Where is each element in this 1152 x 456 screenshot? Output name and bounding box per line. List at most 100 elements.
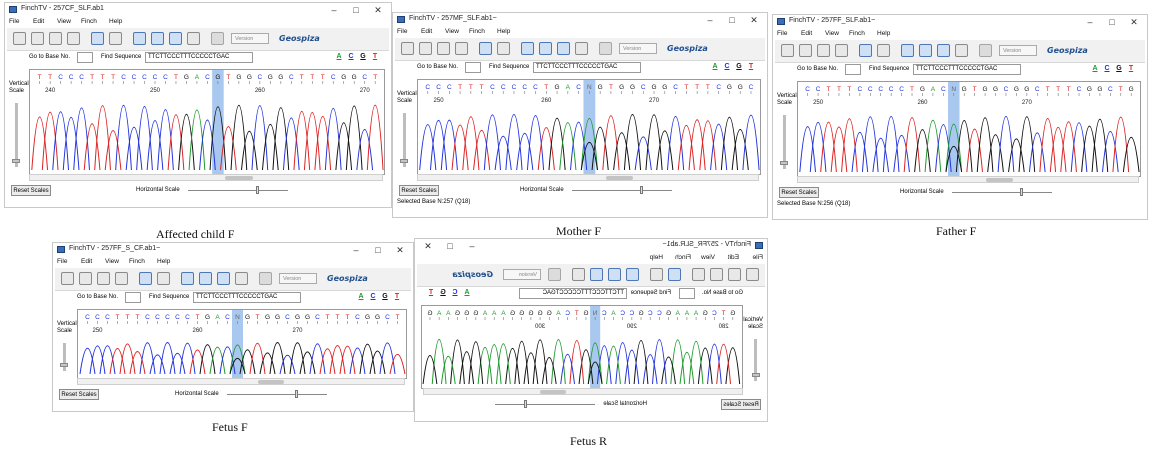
base-call[interactable]: T	[1046, 86, 1050, 93]
vertical-scale-slider[interactable]	[400, 159, 408, 163]
horizontal-scrollbar[interactable]	[77, 378, 405, 385]
base-call[interactable]: C	[749, 84, 754, 91]
base-call[interactable]: C	[490, 84, 495, 91]
zoom-in-icon[interactable]	[181, 272, 194, 285]
menu-edit[interactable]: Edit	[728, 254, 739, 261]
print-trace-icon[interactable]	[650, 268, 663, 281]
open-icon[interactable]	[746, 268, 759, 281]
vertical-scale-slider[interactable]	[12, 159, 20, 163]
base-call[interactable]: T	[837, 86, 841, 93]
base-call[interactable]: C	[153, 74, 158, 81]
zoom-out-icon[interactable]	[199, 272, 212, 285]
close-button[interactable]: ✕	[1123, 15, 1145, 29]
base-call[interactable]: T	[847, 86, 851, 93]
menu-edit[interactable]: Edit	[801, 30, 812, 37]
base-filter-t[interactable]: T	[371, 53, 379, 60]
base-call[interactable]: G	[184, 74, 189, 81]
close-button[interactable]: ✕	[367, 3, 389, 17]
info-icon[interactable]	[692, 268, 705, 281]
base-call[interactable]: G	[275, 314, 280, 321]
menu-help[interactable]: Help	[157, 258, 170, 265]
version-select[interactable]: Version	[999, 45, 1037, 56]
base-call[interactable]: G	[730, 310, 735, 317]
base-call[interactable]: T	[326, 314, 330, 321]
base-call[interactable]: G	[375, 314, 380, 321]
base-call[interactable]: N	[235, 314, 240, 321]
find-sequence-input[interactable]: TTCTTCCCTTTCCCCCTGAC	[913, 64, 1021, 75]
info-icon[interactable]	[67, 32, 80, 45]
base-call[interactable]: C	[145, 314, 150, 321]
reset-scales-button[interactable]: Reset Scales	[779, 187, 819, 198]
base-call[interactable]: N	[587, 84, 592, 91]
base-filter-g[interactable]: G	[439, 289, 447, 296]
base-call[interactable]: G	[245, 314, 250, 321]
base-call[interactable]: T	[480, 84, 484, 91]
base-call[interactable]: C	[657, 310, 662, 317]
open-icon[interactable]	[401, 42, 414, 55]
base-call[interactable]: T	[196, 314, 200, 321]
open-icon[interactable]	[781, 44, 794, 57]
base-call[interactable]: C	[533, 84, 538, 91]
base-call[interactable]: T	[321, 74, 325, 81]
menu-help[interactable]: Help	[497, 28, 510, 35]
base-call[interactable]: T	[1067, 86, 1071, 93]
base-filter-t[interactable]: T	[393, 293, 401, 300]
base-call[interactable]: C	[285, 314, 290, 321]
menu-edit[interactable]: Edit	[421, 28, 432, 35]
horizontal-scrollbar[interactable]	[29, 174, 383, 181]
base-call[interactable]: C	[362, 74, 367, 81]
open-icon[interactable]	[13, 32, 26, 45]
zoom-out-icon[interactable]	[608, 268, 621, 281]
base-call[interactable]: T	[458, 84, 462, 91]
horizontal-scroll-thumb[interactable]	[540, 390, 566, 394]
base-call[interactable]: G	[215, 74, 220, 81]
horizontal-scrollbar[interactable]	[423, 388, 743, 395]
sequence-view-icon[interactable]	[91, 32, 104, 45]
menu-view[interactable]: View	[57, 18, 71, 25]
base-call[interactable]: T	[575, 310, 579, 317]
base-call[interactable]: C	[225, 314, 230, 321]
base-call[interactable]: C	[185, 314, 190, 321]
base-call[interactable]: A	[445, 310, 450, 317]
base-call[interactable]: T	[136, 314, 140, 321]
base-call[interactable]: C	[868, 86, 873, 93]
base-call[interactable]: A	[675, 310, 680, 317]
maximize-button[interactable]: □	[1101, 15, 1123, 29]
zoom-out-icon[interactable]	[919, 44, 932, 57]
base-call[interactable]: G	[510, 310, 515, 317]
base-call[interactable]: G	[555, 84, 560, 91]
base-call[interactable]: T	[973, 86, 977, 93]
zoom-in-icon[interactable]	[133, 32, 146, 45]
base-call[interactable]: G	[547, 310, 552, 317]
base-call[interactable]: C	[889, 86, 894, 93]
close-button[interactable]: ✕	[417, 239, 439, 253]
base-call[interactable]: G	[205, 314, 210, 321]
sequence-view-icon[interactable]	[139, 272, 152, 285]
menu-finch[interactable]: Finch	[849, 30, 865, 37]
base-call[interactable]: G	[236, 74, 241, 81]
go-to-base-input[interactable]	[465, 62, 481, 73]
base-call[interactable]: A	[482, 310, 487, 317]
print-trace-icon[interactable]	[877, 44, 890, 57]
horizontal-scale-slider[interactable]	[524, 400, 527, 408]
base-call[interactable]: C	[1004, 86, 1009, 93]
base-call[interactable]: G	[638, 310, 643, 317]
base-call[interactable]: G	[703, 310, 708, 317]
base-call[interactable]: C	[620, 310, 625, 317]
base-call[interactable]: C	[155, 314, 160, 321]
menu-help[interactable]: Help	[877, 30, 890, 37]
base-call[interactable]: A	[693, 310, 698, 317]
base-call[interactable]: T	[300, 74, 304, 81]
save-icon[interactable]	[799, 44, 812, 57]
print-trace-icon[interactable]	[157, 272, 170, 285]
base-call[interactable]: G	[920, 86, 925, 93]
base-call[interactable]: T	[126, 314, 130, 321]
base-call[interactable]: G	[295, 314, 300, 321]
base-call[interactable]: G	[538, 310, 543, 317]
base-call[interactable]: T	[38, 74, 42, 81]
base-call[interactable]: G	[666, 310, 671, 317]
base-call[interactable]: T	[336, 314, 340, 321]
reverse-complement-icon[interactable]	[217, 272, 230, 285]
base-call[interactable]: T	[116, 314, 120, 321]
menu-file[interactable]: File	[777, 30, 787, 37]
